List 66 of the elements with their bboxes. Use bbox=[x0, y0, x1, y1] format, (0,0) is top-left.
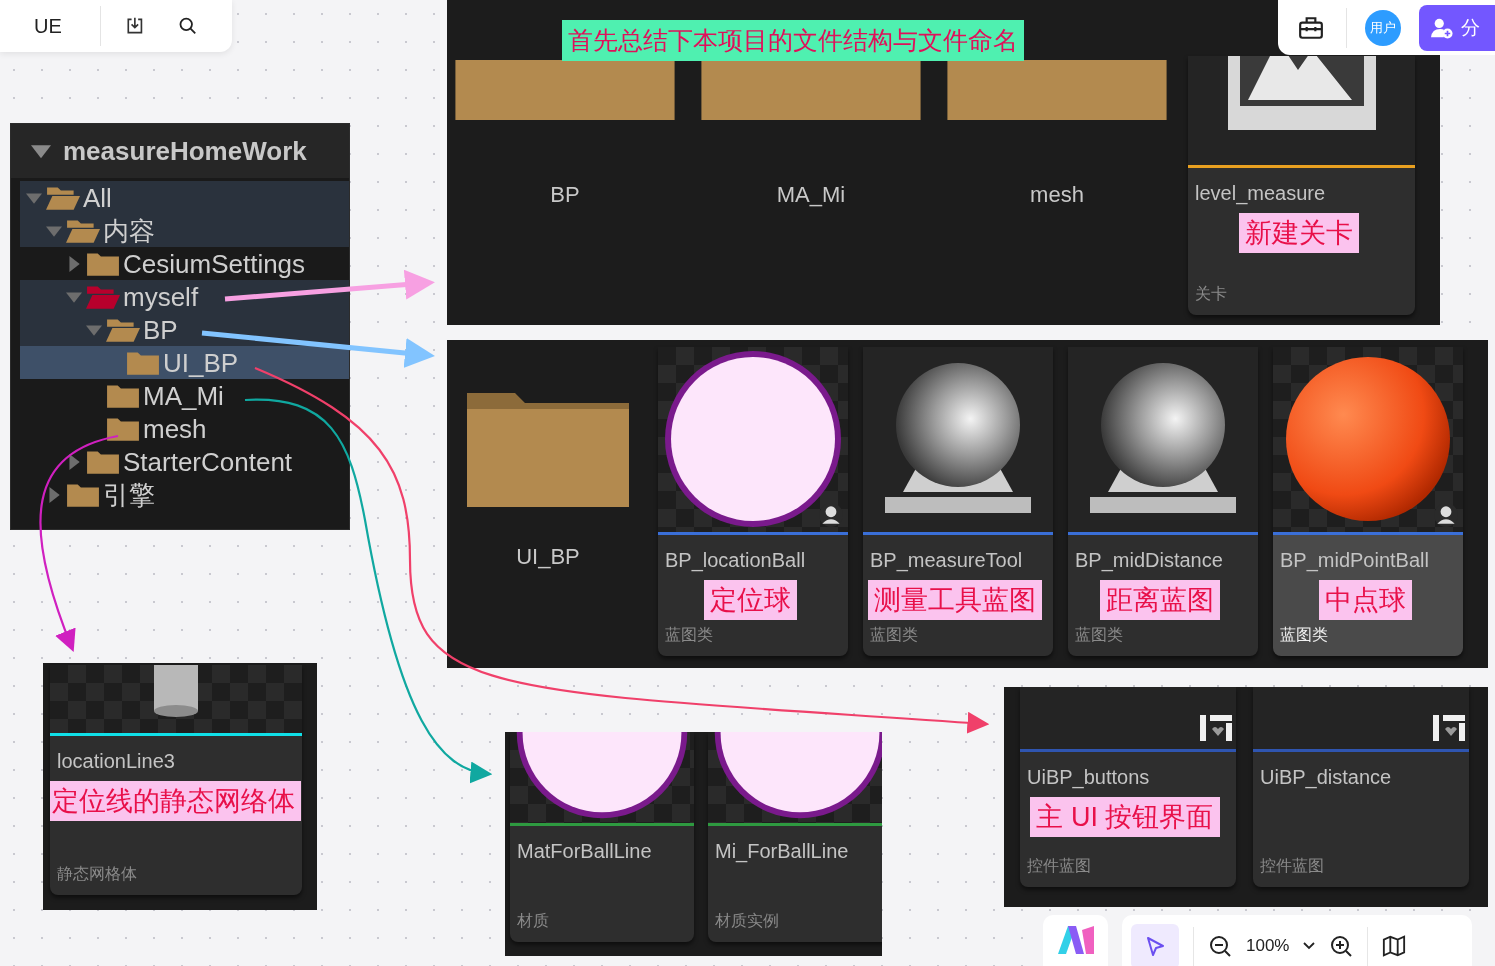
asset-card[interactable]: BP_locationBall 定位球 蓝图类 bbox=[658, 347, 848, 656]
asset-card[interactable]: BP_midPointBall 中点球 蓝图类 bbox=[1273, 347, 1463, 656]
tree-item[interactable]: All bbox=[20, 181, 349, 214]
logo-button[interactable] bbox=[1043, 915, 1108, 966]
asset-type: 关卡 bbox=[1194, 284, 1228, 304]
asset-name: BP_measureTool bbox=[869, 548, 1024, 572]
asset-type: 蓝图类 bbox=[1074, 625, 1124, 645]
folder-name[interactable]: MA_Mi bbox=[776, 182, 846, 208]
annotation-label: 定位球 bbox=[703, 580, 797, 620]
asset-card[interactable]: MatForBallLine 材质 bbox=[510, 732, 694, 942]
board-title[interactable]: UE bbox=[34, 14, 62, 38]
asset-name: Mi_ForBallLine bbox=[714, 839, 850, 863]
asset-type: 控件蓝图 bbox=[1026, 856, 1092, 876]
asset-name: UiBP_distance bbox=[1259, 765, 1393, 789]
folder-name[interactable]: BP bbox=[550, 182, 580, 208]
asset-type: 控件蓝图 bbox=[1259, 856, 1325, 876]
cylinder-drawing bbox=[154, 665, 198, 717]
tree-header[interactable]: measureHomeWork bbox=[11, 124, 349, 178]
annotation-label: 距离蓝图 bbox=[1100, 580, 1220, 620]
tree-item[interactable]: 内容 bbox=[20, 214, 349, 247]
widget-icon bbox=[1200, 715, 1232, 741]
asset-name: BP_midDistance bbox=[1074, 548, 1224, 572]
asset-type: 静态网格体 bbox=[56, 864, 138, 884]
logo-icon bbox=[1057, 926, 1094, 954]
tree-item[interactable]: UI_BP bbox=[20, 346, 349, 379]
asset-name: BP_locationBall bbox=[664, 548, 807, 572]
asset-name: MatForBallLine bbox=[516, 839, 653, 863]
collapsed-arrow-icon[interactable] bbox=[66, 453, 82, 470]
zoom-out-icon[interactable] bbox=[1208, 934, 1232, 958]
folder-name[interactable]: UI_BP bbox=[516, 544, 580, 570]
collapsed-arrow-icon[interactable] bbox=[66, 255, 82, 272]
annotation-label: 定位线的静态网络体 bbox=[50, 781, 301, 821]
caret-icon[interactable] bbox=[1303, 942, 1316, 950]
widget-icon bbox=[1433, 715, 1465, 741]
asset-card[interactable]: BP_midDistance 距离蓝图 蓝图类 bbox=[1068, 347, 1258, 656]
select-tool-button[interactable] bbox=[1131, 924, 1179, 966]
tree-item[interactable]: myself bbox=[20, 280, 349, 313]
map-icon[interactable] bbox=[1382, 934, 1407, 958]
briefcase-icon[interactable] bbox=[1298, 14, 1324, 41]
asset-type: 材质实例 bbox=[714, 911, 780, 931]
asset-type: 蓝图类 bbox=[869, 625, 919, 645]
tree-item[interactable]: BP bbox=[20, 313, 349, 346]
asset-card[interactable]: level_measure 新建关卡 关卡 bbox=[1188, 56, 1415, 315]
asset-name: BP_midPointBall bbox=[1279, 548, 1430, 572]
asset-type: 蓝图类 bbox=[664, 625, 714, 645]
annotation-label: 中点球 bbox=[1318, 580, 1412, 620]
asset-type: 蓝图类 bbox=[1279, 625, 1329, 645]
zoom-in-icon[interactable] bbox=[1329, 934, 1354, 958]
annotation-heading: 首先总结下本项目的文件结构与文件命名 bbox=[562, 20, 1024, 61]
asset-card[interactable]: Mi_ForBallLine 材质实例 bbox=[708, 732, 882, 942]
asset-card[interactable]: BP_measureTool 测量工具蓝图 蓝图类 bbox=[863, 347, 1053, 656]
asset-type: 材质 bbox=[516, 911, 550, 931]
asset-name: level_measure bbox=[1194, 181, 1327, 205]
asset-name: locationLine3 bbox=[56, 749, 176, 773]
asset-card[interactable]: UiBP_buttons 主 UI 按钮界面 控件蓝图 bbox=[1020, 687, 1236, 887]
share-button[interactable]: 分 bbox=[1419, 4, 1495, 51]
asset-card[interactable]: UiBP_distance 控件蓝图 bbox=[1253, 687, 1469, 887]
asset-card[interactable]: locationLine3 定位线的静态网络体 静态网格体 bbox=[50, 665, 302, 895]
collapsed-arrow-icon[interactable] bbox=[46, 486, 62, 503]
add-user-icon bbox=[1431, 16, 1453, 39]
zoom-level[interactable]: 100% bbox=[1246, 936, 1290, 956]
folder-name[interactable]: mesh bbox=[1030, 182, 1084, 208]
annotation-label: 测量工具蓝图 bbox=[868, 580, 1042, 620]
asset-name: UiBP_buttons bbox=[1026, 765, 1151, 789]
annotation-label: 新建关卡 bbox=[1238, 213, 1359, 253]
annotation-label: 主 UI 按钮界面 bbox=[1030, 797, 1220, 837]
